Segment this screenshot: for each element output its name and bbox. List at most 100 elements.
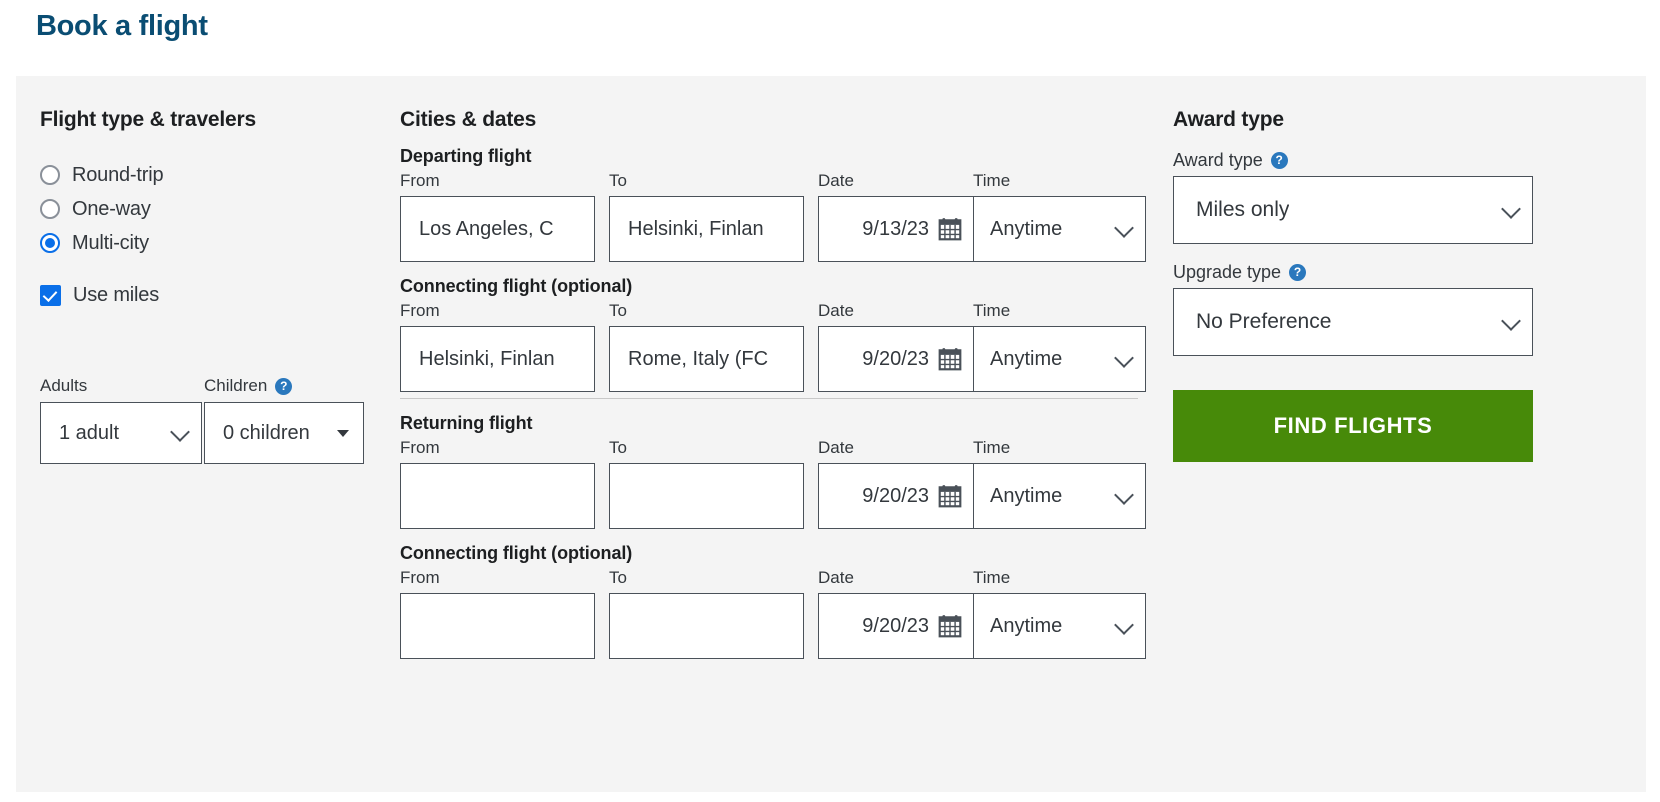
time-select[interactable]: Anytime bbox=[973, 593, 1146, 659]
time-value: Anytime bbox=[990, 614, 1063, 637]
triangle-down-icon bbox=[337, 430, 349, 437]
radio-one-way[interactable]: One-way bbox=[40, 192, 390, 226]
from-value: Helsinki, Finlan bbox=[419, 347, 555, 370]
chevron-down-icon bbox=[170, 422, 190, 442]
chevron-down-icon bbox=[1114, 615, 1134, 635]
help-icon[interactable]: ? bbox=[275, 377, 293, 395]
calendar-icon[interactable] bbox=[937, 346, 963, 372]
date-time-labels: Date Time bbox=[818, 301, 1011, 320]
flight-legs-container: Departing flight From Los Angeles, C To Hels… bbox=[400, 146, 1160, 659]
calendar-icon[interactable] bbox=[937, 613, 963, 639]
children-value: 0 children bbox=[223, 421, 310, 444]
adults-select[interactable]: 1 adult bbox=[40, 402, 202, 464]
flight-leg: Connecting flight (optional) From Helsinki… bbox=[400, 276, 1160, 399]
radio-circle-selected-icon bbox=[40, 233, 60, 253]
from-input[interactable] bbox=[400, 463, 595, 529]
time-select[interactable]: Anytime bbox=[973, 463, 1146, 529]
time-value: Anytime bbox=[990, 484, 1063, 507]
time-value: Anytime bbox=[990, 347, 1063, 370]
leg-title: Departing flight bbox=[400, 146, 532, 166]
leg-datetime-field: Date Time 9/13/23 Anytime bbox=[818, 171, 1146, 262]
from-input[interactable]: Helsinki, Finlan bbox=[400, 326, 595, 392]
leg-title: Connecting flight (optional) bbox=[400, 276, 633, 296]
date-value: 9/13/23 bbox=[862, 217, 929, 240]
radio-multi-city[interactable]: Multi-city bbox=[40, 226, 390, 260]
upgrade-type-label-text: Upgrade type bbox=[1173, 261, 1282, 282]
to-label: To bbox=[609, 171, 627, 190]
leg-from-field: From Helsinki, Finlan bbox=[400, 301, 595, 392]
radio-label: Multi-city bbox=[72, 231, 149, 254]
checkbox-label: Use miles bbox=[73, 283, 159, 306]
flight-leg: Returning flight From To Date Time 9/20/23 Any… bbox=[400, 413, 1160, 529]
to-input[interactable] bbox=[609, 593, 804, 659]
children-label-text: Children bbox=[204, 376, 268, 395]
checkbox-use-miles[interactable]: Use miles bbox=[40, 278, 390, 312]
time-value: Anytime bbox=[990, 217, 1063, 240]
to-value: Rome, Italy (FC bbox=[628, 347, 769, 370]
flight-type-column: Flight type & travelers Round-trip One-w… bbox=[40, 108, 390, 312]
travellers-group: Adults 1 adult Children ? 0 children bbox=[40, 376, 364, 464]
from-label: From bbox=[400, 301, 440, 320]
date-time-labels: Date Time bbox=[818, 171, 1011, 190]
date-input[interactable]: 9/20/23 bbox=[818, 463, 973, 529]
find-flights-button[interactable]: FIND FLIGHTS bbox=[1173, 390, 1533, 462]
adults-label: Adults bbox=[40, 376, 202, 396]
adults-group: Adults 1 adult bbox=[40, 376, 202, 464]
children-select[interactable]: 0 children bbox=[204, 402, 364, 464]
chevron-down-icon bbox=[1114, 485, 1134, 505]
help-icon[interactable]: ? bbox=[1289, 263, 1307, 281]
chevron-down-icon bbox=[1501, 311, 1521, 331]
leg-from-field: From bbox=[400, 568, 595, 659]
help-icon[interactable]: ? bbox=[1270, 151, 1288, 169]
date-time-labels: Date Time bbox=[818, 438, 1011, 457]
calendar-icon[interactable] bbox=[937, 216, 963, 242]
award-type-label: Award type ? bbox=[1173, 150, 1543, 170]
adults-value: 1 adult bbox=[59, 421, 120, 444]
checkmark-icon bbox=[40, 284, 61, 306]
radio-label: Round-trip bbox=[72, 163, 164, 186]
award-type-label-text: Award type bbox=[1173, 149, 1263, 170]
award-type-heading: Award type bbox=[1173, 108, 1284, 131]
leg-title: Returning flight bbox=[400, 413, 533, 433]
from-input[interactable]: Los Angeles, C bbox=[400, 196, 595, 262]
time-select[interactable]: Anytime bbox=[973, 326, 1146, 392]
chevron-down-icon bbox=[1501, 199, 1521, 219]
cities-dates-heading: Cities & dates bbox=[400, 108, 537, 131]
leg-datetime-field: Date Time 9/20/23 Anytime bbox=[818, 568, 1146, 659]
award-type-select[interactable]: Miles only bbox=[1173, 176, 1533, 244]
leg-row: From Helsinki, Finlan To Rome, Italy (FC Dat… bbox=[400, 301, 1160, 392]
award-type-column: Award type Award type ? Miles only Upgra… bbox=[1173, 108, 1543, 462]
time-select[interactable]: Anytime bbox=[973, 196, 1146, 262]
leg-to-field: To Helsinki, Finlan bbox=[609, 171, 804, 262]
page-title: Book a flight bbox=[36, 10, 208, 42]
to-input[interactable]: Rome, Italy (FC bbox=[609, 326, 804, 392]
flight-leg: Departing flight From Los Angeles, C To Hels… bbox=[400, 146, 1160, 262]
from-input[interactable] bbox=[400, 593, 595, 659]
to-value: Helsinki, Finlan bbox=[628, 217, 764, 240]
from-label: From bbox=[400, 438, 440, 457]
adults-label-text: Adults bbox=[40, 376, 88, 395]
leg-from-field: From bbox=[400, 438, 595, 529]
radio-label: One-way bbox=[72, 197, 151, 220]
date-value: 9/20/23 bbox=[862, 614, 929, 637]
cities-dates-column: Cities & dates Departing flight From Los A… bbox=[400, 108, 1160, 659]
from-label: From bbox=[400, 568, 440, 587]
upgrade-type-value: No Preference bbox=[1196, 310, 1332, 333]
radio-round-trip[interactable]: Round-trip bbox=[40, 158, 390, 192]
to-input[interactable] bbox=[609, 463, 804, 529]
leg-row: From Los Angeles, C To Helsinki, Finlan Date… bbox=[400, 171, 1160, 262]
upgrade-type-label: Upgrade type ? bbox=[1173, 262, 1543, 282]
chevron-down-icon bbox=[1114, 218, 1134, 238]
upgrade-type-select[interactable]: No Preference bbox=[1173, 288, 1533, 356]
calendar-icon[interactable] bbox=[937, 483, 963, 509]
leg-title: Connecting flight (optional) bbox=[400, 543, 633, 563]
date-input[interactable]: 9/13/23 bbox=[818, 196, 973, 262]
date-input[interactable]: 9/20/23 bbox=[818, 593, 973, 659]
to-input[interactable]: Helsinki, Finlan bbox=[609, 196, 804, 262]
date-input[interactable]: 9/20/23 bbox=[818, 326, 973, 392]
flight-leg: Connecting flight (optional) From To Date Ti… bbox=[400, 543, 1160, 659]
date-value: 9/20/23 bbox=[862, 347, 929, 370]
leg-row: From To Date Time 9/20/23 Anytime bbox=[400, 438, 1160, 529]
from-value: Los Angeles, C bbox=[419, 217, 554, 240]
radio-circle-icon bbox=[40, 165, 60, 185]
